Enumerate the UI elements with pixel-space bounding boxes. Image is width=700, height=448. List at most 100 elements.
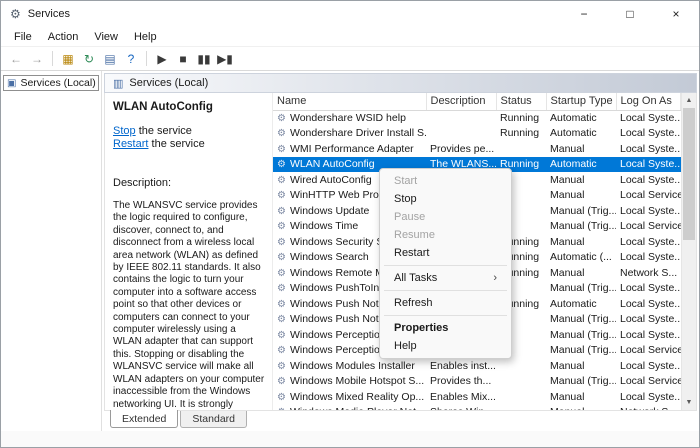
service-gear-icon: ⚙ [277, 314, 286, 326]
scrollbar-track[interactable] [682, 108, 696, 395]
menubar: File Action View Help [1, 27, 699, 46]
restart-service-link[interactable]: Restart [113, 138, 148, 150]
refresh-icon[interactable]: ↻ [79, 49, 99, 69]
tree-item-services-local[interactable]: ▣ Services (Local) [3, 75, 99, 91]
column-header-name[interactable]: Name [273, 93, 427, 111]
service-status [496, 358, 546, 374]
column-header-status[interactable]: Status [496, 93, 547, 111]
context-menu: Start Stop Pause Resume Restart All Tasks › Ref… [379, 168, 512, 359]
service-log-on-as: Local Service [620, 189, 681, 202]
scrollbar-thumb[interactable] [683, 108, 695, 241]
close-button[interactable]: × [653, 1, 699, 27]
maximize-button[interactable]: □ [607, 1, 653, 27]
service-status [496, 141, 546, 157]
service-name: Windows Mixed Reality Op... [289, 390, 425, 403]
service-status [496, 405, 546, 411]
export-list-icon[interactable]: ▤ [100, 49, 120, 69]
view-tabs: Extended Standard [102, 410, 699, 431]
toolbar-separator [146, 51, 147, 66]
service-row[interactable]: ⚙ Windows Modules Installer Enables inst.… [273, 358, 681, 374]
context-menu-item-start: Start [382, 172, 509, 190]
service-log-on-as: Local Syste... [620, 297, 681, 310]
service-startup-type: Manual (Trig... [550, 313, 616, 326]
service-gear-icon: ⚙ [277, 113, 286, 124]
context-menu-item-label: Stop [394, 193, 417, 205]
menu-view[interactable]: View [86, 29, 126, 45]
service-name: Wired AutoConfig [289, 173, 372, 186]
service-row[interactable]: ⚙ WMI Performance Adapter Provides pe... … [273, 141, 681, 157]
vertical-scrollbar[interactable]: ▲ ▼ [681, 93, 696, 410]
service-row[interactable]: ⚙ Windows Media Player Net... Shares Win.… [273, 405, 681, 411]
service-gear-icon: ⚙ [277, 252, 286, 264]
service-startup-type: Manual (Trig... [550, 328, 616, 341]
context-menu-item-help[interactable]: Help [382, 337, 509, 355]
service-startup-type: Manual [550, 189, 585, 202]
service-log-on-as: Local Syste... [620, 112, 681, 124]
column-header-log-on-as[interactable]: Log On As [616, 93, 681, 111]
service-gear-icon: ⚙ [277, 376, 286, 388]
service-gear-icon: ⚙ [277, 407, 286, 410]
service-startup-type: Manual (Trig... [550, 375, 616, 388]
service-name: Wondershare WSID help [289, 112, 406, 124]
selected-service-name: WLAN AutoConfig [113, 101, 213, 113]
service-log-on-as: Local Service [620, 344, 681, 357]
restart-link-suffix: the service [148, 138, 205, 150]
stop-service-link[interactable]: Stop [113, 125, 136, 137]
description-heading: Description: [113, 177, 172, 189]
context-menu-item-label: Pause [394, 211, 426, 223]
show-console-tree-icon[interactable]: ▦ [58, 49, 78, 69]
pause-service-icon[interactable]: ▮▮ [194, 49, 214, 69]
forward-icon[interactable]: → [27, 49, 47, 69]
service-gear-icon: ⚙ [277, 267, 286, 279]
window-title: Services [27, 8, 70, 20]
context-menu-item-label: Refresh [394, 297, 433, 309]
pane-header: ▥ Services (Local) [104, 73, 697, 93]
tab-standard[interactable]: Standard [180, 411, 247, 428]
service-log-on-as: Network S... [616, 405, 681, 410]
service-description-cell: Enables inst... [430, 359, 496, 372]
context-menu-item-stop[interactable]: Stop [382, 190, 509, 208]
back-icon[interactable]: ← [6, 49, 26, 69]
toolbar: ← → ▦ ↻ ▤? ▶ ■ ▮▮ ▶▮ [1, 46, 699, 71]
tab-extended[interactable]: Extended [110, 410, 179, 428]
service-description-cell [426, 126, 496, 142]
window-bottom-edge [1, 431, 699, 447]
toolbar-separator [52, 51, 53, 66]
scroll-down-icon[interactable]: ▼ [682, 395, 696, 410]
service-startup-type: Manual [550, 173, 585, 186]
column-header-startup-type[interactable]: Startup Type [546, 93, 617, 111]
service-row[interactable]: ⚙ Wondershare WSID help Running Automatic… [273, 110, 681, 126]
service-row[interactable]: ⚙ Windows Mixed Reality Op... Enables Mix… [273, 389, 681, 405]
service-gear-icon: ⚙ [277, 221, 286, 233]
service-action-links: Stop the service Restart the service [113, 125, 265, 151]
service-status [496, 374, 546, 390]
context-menu-item-all-tasks[interactable]: All Tasks › [382, 269, 509, 287]
service-row[interactable]: ⚙ Windows Mobile Hotspot S... Provides th… [273, 374, 681, 390]
menu-file[interactable]: File [6, 29, 40, 45]
service-log-on-as: Local Syste... [620, 282, 681, 295]
restart-service-icon[interactable]: ▶▮ [215, 49, 235, 69]
service-name: Windows Mobile Hotspot S... [289, 375, 425, 388]
service-startup-type: Manual [550, 235, 585, 248]
service-startup-type: Automatic [550, 112, 597, 124]
service-gear-icon: ⚙ [277, 143, 286, 155]
caption-buttons: − □ × [561, 1, 699, 27]
stop-service-icon[interactable]: ■ [173, 49, 193, 69]
service-log-on-as: Local Syste... [620, 173, 681, 186]
service-name: WMI Performance Adapter [289, 142, 414, 155]
context-menu-item-label: Start [394, 175, 418, 187]
menu-help[interactable]: Help [126, 29, 165, 45]
help-icon[interactable]: ? [121, 49, 141, 69]
context-menu-item-refresh[interactable]: Refresh [382, 294, 509, 312]
context-menu-item-restart[interactable]: Restart [382, 244, 509, 262]
column-header-description[interactable]: Description [426, 93, 497, 111]
service-name: Windows Remote M... [289, 266, 393, 279]
menu-action[interactable]: Action [40, 29, 87, 45]
context-menu-item-properties[interactable]: Properties [382, 319, 509, 337]
scroll-up-icon[interactable]: ▲ [682, 93, 696, 108]
start-service-icon[interactable]: ▶ [152, 49, 172, 69]
service-row[interactable]: ⚙ Wondershare Driver Install S... Running… [273, 126, 681, 142]
minimize-button[interactable]: − [561, 1, 607, 27]
service-startup-type: Manual (Trig... [550, 344, 616, 357]
service-log-on-as: Network S... [620, 266, 678, 279]
